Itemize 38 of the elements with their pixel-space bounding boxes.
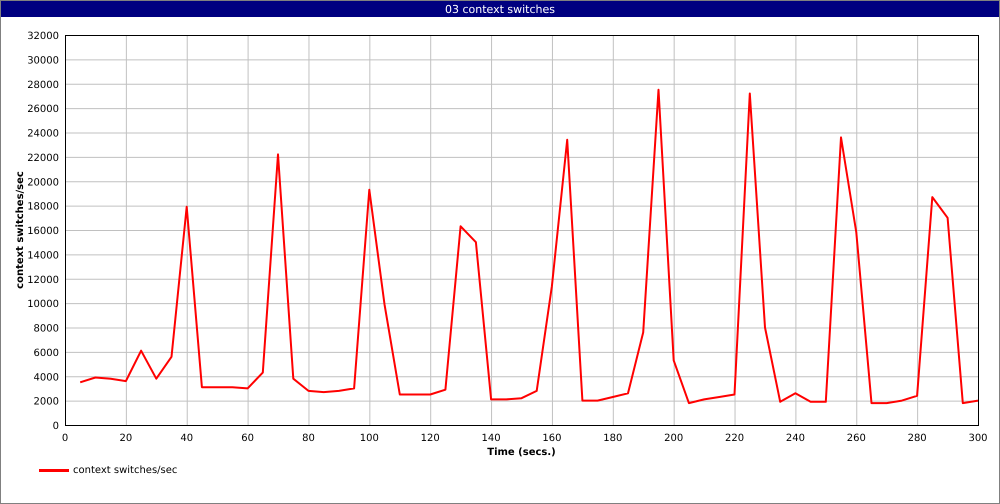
legend-swatch-icon — [39, 469, 69, 472]
y-tick-label: 14000 — [27, 250, 59, 262]
y-tick-label: 4000 — [34, 372, 59, 384]
y-tick-label: 6000 — [34, 348, 59, 359]
y-tick-label: 28000 — [27, 80, 59, 91]
y-tick-label: 10000 — [27, 299, 59, 310]
y-tick-label: 8000 — [34, 324, 59, 334]
x-tick-label: 60 — [241, 433, 254, 444]
y-tick-label: 30000 — [27, 55, 59, 66]
x-tick-label: 80 — [302, 433, 315, 444]
y-tick-label: 26000 — [27, 104, 59, 116]
x-tick-label: 160 — [542, 433, 562, 444]
y-tick-label: 2000 — [34, 396, 59, 408]
y-tick-label: 16000 — [27, 226, 59, 237]
y-tick-label: 24000 — [27, 128, 59, 140]
legend-label: context switches/sec — [73, 465, 178, 476]
x-tick-label: 120 — [420, 433, 440, 444]
y-tick-label: 0 — [52, 421, 59, 432]
y-tick-label: 12000 — [27, 274, 59, 286]
x-tick-label: 100 — [360, 433, 379, 444]
x-tick-label: 0 — [62, 433, 68, 444]
x-tick-label: 220 — [724, 433, 744, 444]
x-tick-label: 200 — [664, 433, 684, 444]
x-axis-title: Time (secs.) — [487, 447, 556, 457]
x-tick-label: 260 — [846, 433, 866, 444]
x-tick-label: 20 — [120, 433, 132, 444]
x-tick-label: 300 — [968, 433, 988, 444]
y-tick-label: 32000 — [27, 31, 59, 42]
y-axis-title: context switches/sec — [15, 171, 26, 289]
x-tick-label: 180 — [603, 433, 622, 444]
x-tick-label: 140 — [482, 433, 501, 444]
y-tick-label: 22000 — [27, 152, 59, 164]
x-tick-label: 240 — [786, 433, 805, 444]
y-tick-label: 18000 — [27, 202, 59, 213]
x-tick-label: 40 — [180, 433, 194, 444]
window-title: 03 context switches — [444, 2, 556, 16]
x-tick-label: 280 — [908, 433, 927, 444]
y-tick-label: 20000 — [27, 177, 59, 188]
